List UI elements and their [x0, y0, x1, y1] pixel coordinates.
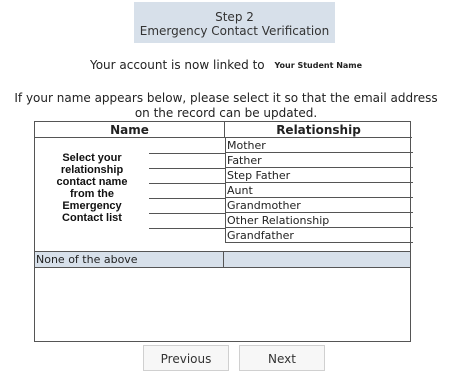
prompt-line: Contact list: [62, 212, 122, 224]
table-header: Name Relationship: [35, 122, 412, 138]
none-of-the-above-option[interactable]: None of the above: [35, 252, 224, 267]
student-name: Your Student Name: [274, 61, 363, 70]
relationship-option-mother[interactable]: Mother: [226, 138, 413, 153]
step-header: Step 2 Emergency Contact Verification: [134, 2, 335, 43]
name-underline: [149, 228, 225, 229]
select-contact-prompt: Select your relationship contact name fr…: [35, 152, 149, 224]
none-of-the-above-row[interactable]: None of the above: [35, 251, 410, 268]
linked-message: Your account is now linked to Your Stude…: [0, 58, 452, 72]
prompt-line: from the: [70, 188, 114, 200]
instruction-line-1: If your name appears below, please selec…: [14, 91, 438, 105]
name-underline: [149, 153, 225, 154]
prompt-line: relationship: [60, 164, 124, 176]
name-underline: [149, 213, 225, 214]
prompt-line: Select your: [62, 152, 122, 164]
name-underline: [149, 198, 225, 199]
relationship-list: Mother Father Step Father Aunt Grandmoth…: [225, 138, 413, 243]
relationship-option-aunt[interactable]: Aunt: [226, 183, 413, 198]
instructions: If your name appears below, please selec…: [0, 91, 452, 121]
column-header-name: Name: [35, 122, 225, 138]
linked-text: Your account is now linked to: [89, 58, 265, 72]
next-button[interactable]: Next: [239, 345, 325, 371]
relationship-option-father[interactable]: Father: [226, 153, 413, 168]
name-underline: [149, 168, 225, 169]
prompt-line: contact name: [56, 176, 128, 188]
relationship-option-grandfather[interactable]: Grandfather: [226, 228, 413, 243]
column-header-relationship: Relationship: [225, 122, 412, 138]
relationship-option-step-father[interactable]: Step Father: [226, 168, 413, 183]
instruction-line-2: on the record can be updated.: [134, 106, 318, 120]
relationship-option-grandmother[interactable]: Grandmother: [226, 198, 413, 213]
step-title: Emergency Contact Verification: [139, 24, 330, 38]
step-label: Step 2: [215, 10, 254, 24]
contact-table: Name Relationship Select your relationsh…: [34, 121, 413, 342]
name-underline: [149, 183, 225, 184]
previous-button[interactable]: Previous: [143, 345, 229, 371]
relationship-option-other[interactable]: Other Relationship: [226, 213, 413, 228]
prompt-line: Emergency: [62, 200, 122, 212]
